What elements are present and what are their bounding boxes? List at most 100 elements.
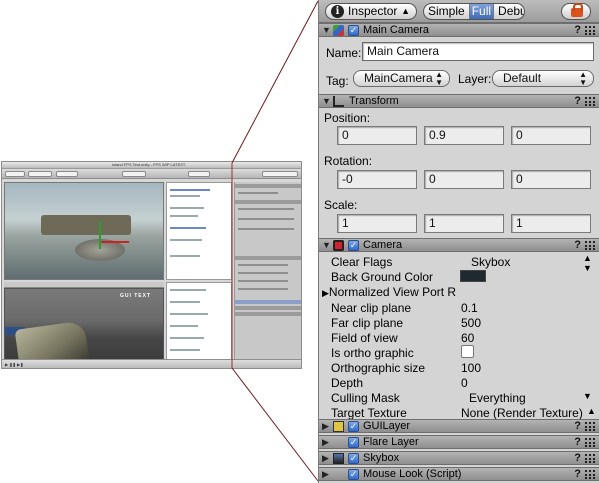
help-icon[interactable]: ? (574, 95, 581, 107)
hier-row (170, 255, 200, 257)
active-checkbox[interactable]: ✓ (348, 25, 359, 36)
game-weapon (14, 320, 90, 359)
layer-dropdown[interactable]: Default ▲ ▼ (492, 70, 594, 87)
expand-triangle-icon[interactable]: ▼ (322, 239, 331, 251)
far-clip-field[interactable]: 500 (461, 316, 481, 330)
enabled-checkbox[interactable]: ✓ (348, 453, 359, 464)
help-icon[interactable]: ? (574, 24, 581, 36)
hier-row (170, 239, 202, 241)
layer-value: Default (503, 71, 542, 85)
culling-mask-dropdown[interactable]: Everything (469, 391, 526, 405)
expand-triangle-icon[interactable]: ▼ (322, 95, 331, 107)
background-color-swatch[interactable] (460, 270, 486, 282)
editor-thumbnail: Island FPS Test.unity - FPS WIP LATEST G… (1, 161, 302, 369)
scene-ship (41, 215, 131, 235)
project-thumbnail[interactable] (166, 282, 232, 360)
inspector-dropdown[interactable]: i Inspector ▲▼ (325, 3, 417, 31)
enabled-checkbox[interactable]: ✓ (348, 469, 359, 480)
rotation-y-field[interactable]: 0 (424, 170, 504, 189)
hier-row (170, 195, 200, 197)
component-menu-icon[interactable] (585, 26, 595, 35)
collapsed-triangle-icon[interactable]: ▶ (322, 452, 329, 464)
skybox-header[interactable]: ▶ ✓ Skybox ? (319, 451, 599, 465)
component-menu-icon[interactable] (585, 438, 595, 447)
hierarchy-thumbnail[interactable] (166, 182, 232, 280)
expand-triangle-icon[interactable]: ▶ (322, 288, 329, 298)
help-icon[interactable]: ? (574, 436, 581, 448)
up-down-arrows-icon: ▲▼ (435, 70, 443, 87)
game-view-thumbnail[interactable]: GUI TEXT (4, 288, 164, 360)
inspector-thumbnail[interactable] (234, 182, 301, 360)
thumb-tool-move[interactable] (28, 171, 52, 177)
help-icon[interactable]: ? (574, 420, 581, 432)
component-menu-icon[interactable] (585, 422, 595, 431)
up-down-arrows-icon: ▲▼ (579, 70, 587, 87)
select-arrow-icon[interactable]: ▲ (587, 406, 596, 416)
scale-y-field[interactable]: 1 (424, 214, 504, 233)
layer-label: Layer: (458, 72, 492, 86)
collapsed-triangle-icon[interactable]: ▶ (322, 468, 329, 480)
clear-flags-dropdown[interactable]: Skybox (471, 255, 510, 269)
orthographic-label: Is ortho graphic (331, 346, 414, 360)
field-of-view-field[interactable]: 60 (461, 331, 474, 345)
position-z-field[interactable]: 0 (511, 126, 591, 145)
scale-z-field[interactable]: 1 (511, 214, 591, 233)
name-field[interactable]: Main Camera (362, 42, 594, 61)
enabled-checkbox[interactable]: ✓ (348, 421, 359, 432)
mode-debug-button[interactable]: Debug (494, 4, 524, 19)
mode-simple-button[interactable]: Simple (424, 4, 469, 19)
thumbnail-statusbar: ▶ ❚❚ ▶❚ (2, 359, 301, 368)
scale-x-field[interactable]: 1 (337, 214, 417, 233)
insp-thumb-line (238, 280, 288, 282)
component-menu-icon[interactable] (585, 241, 595, 250)
help-icon[interactable]: ? (574, 239, 581, 251)
scene-view-thumbnail[interactable] (4, 182, 164, 280)
help-icon[interactable]: ? (574, 452, 581, 464)
orthographic-checkbox[interactable] (461, 345, 474, 358)
collapsed-triangle-icon[interactable]: ▶ (322, 420, 329, 432)
ortho-size-field[interactable]: 100 (461, 361, 481, 375)
guilayer-header[interactable]: ▶ ✓ GUILayer ? (319, 419, 599, 433)
thumb-tool-center[interactable] (56, 171, 78, 177)
enabled-checkbox[interactable]: ✓ (348, 240, 359, 251)
gizmo-x-axis (101, 241, 129, 243)
component-menu-icon[interactable] (585, 470, 595, 479)
insp-thumb-head (235, 306, 301, 310)
enabled-checkbox[interactable]: ✓ (348, 437, 359, 448)
transform-header[interactable]: ▼ Transform ? (319, 94, 599, 108)
camera-header[interactable]: ▼ ✓ Camera ? (319, 238, 599, 252)
thumb-tool-hand[interactable] (5, 171, 25, 177)
help-icon[interactable]: ? (574, 468, 581, 480)
flare-layer-header[interactable]: ▶ ✓ Flare Layer ? (319, 435, 599, 449)
component-menu-icon[interactable] (585, 454, 595, 463)
component-menu-icon[interactable] (585, 97, 595, 106)
guilayer-title: GUILayer (363, 420, 411, 432)
expand-triangle-icon[interactable]: ▼ (322, 24, 331, 36)
tag-dropdown[interactable]: MainCamera ▲ ▼ (353, 70, 450, 87)
thumb-layout-dropdown[interactable] (262, 171, 298, 177)
mouse-look-header[interactable]: ▶ ✓ Mouse Look (Script) ? (319, 467, 599, 481)
info-icon: i (331, 5, 344, 18)
position-x-field[interactable]: 0 (337, 126, 417, 145)
transform-axes-icon (333, 96, 344, 107)
connector-top (231, 0, 319, 164)
rotation-x-field[interactable]: -0 (337, 170, 417, 189)
mode-full-button[interactable]: Full (468, 4, 495, 19)
thumb-play-controls[interactable] (122, 171, 146, 177)
position-label: Position: (324, 111, 371, 125)
rotation-z-field[interactable]: 0 (511, 170, 591, 189)
insp-thumb-head (235, 256, 301, 260)
main-camera-header[interactable]: ▼ ✓ Main Camera ? (319, 23, 599, 37)
lock-button[interactable] (561, 3, 591, 20)
flare-layer-title: Flare Layer (363, 436, 419, 448)
depth-field[interactable]: 0 (461, 376, 468, 390)
collapsed-triangle-icon[interactable]: ▶ (322, 436, 329, 448)
target-texture-field[interactable]: None (Render Texture) (461, 406, 583, 420)
camera-title: Camera (363, 239, 403, 251)
near-clip-field[interactable]: 0.1 (461, 301, 478, 315)
insp-thumb-line (238, 288, 288, 290)
thumb-layers-dropdown[interactable] (188, 171, 210, 177)
proj-row (170, 289, 206, 291)
mouse-look-title: Mouse Look (Script) (363, 468, 462, 480)
position-y-field[interactable]: 0.9 (424, 126, 504, 145)
